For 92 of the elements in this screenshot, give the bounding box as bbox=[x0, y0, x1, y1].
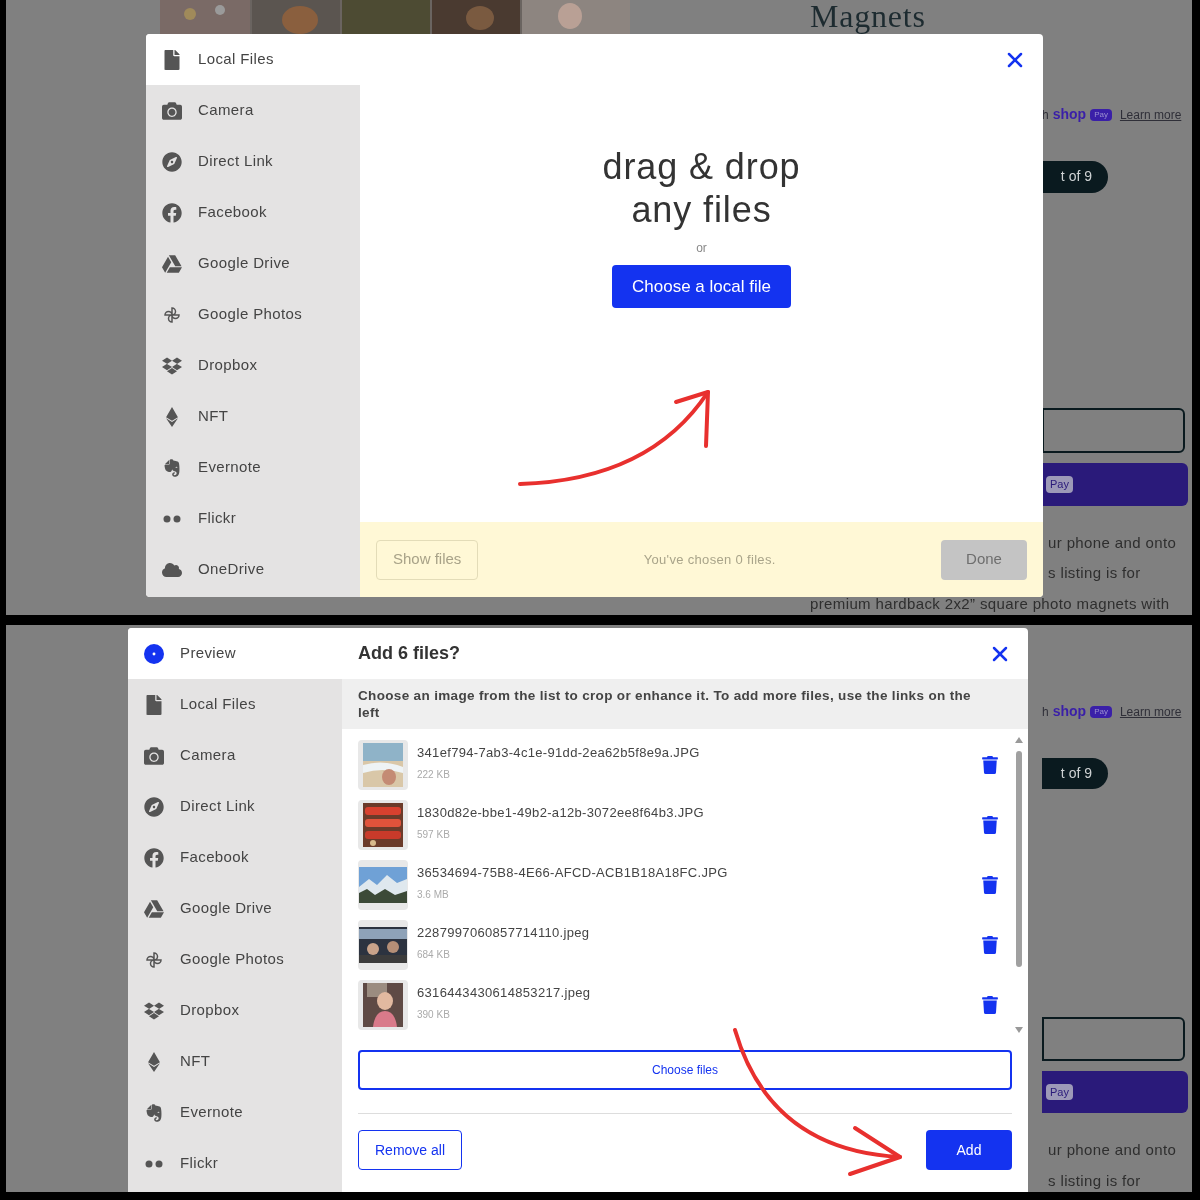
source-label: Dropbox bbox=[198, 355, 258, 376]
or-text: or bbox=[696, 240, 707, 257]
source-label: Camera bbox=[180, 745, 236, 766]
page-text: h bbox=[1042, 703, 1049, 721]
file-name: 2287997060857714110.jpeg bbox=[417, 924, 591, 942]
pay-button[interactable]: Pay bbox=[1042, 463, 1188, 506]
elephant-icon bbox=[162, 457, 182, 478]
instructions-text: Choose an image from the list to crop or enhance it. To add more files, use the links on the left bbox=[342, 679, 1028, 729]
source-label: Evernote bbox=[198, 457, 262, 478]
shop-logo: shop bbox=[1052, 702, 1087, 721]
dropbox-icon bbox=[144, 1000, 164, 1021]
pay-badge: Pay bbox=[1090, 705, 1112, 718]
source-label: Facebook bbox=[198, 202, 267, 223]
page-heading: Magnets bbox=[810, 0, 927, 32]
source-label: Evernote bbox=[180, 1102, 244, 1123]
description-text: s listing is for bbox=[1048, 563, 1142, 583]
file-icon bbox=[164, 49, 180, 70]
pinwheel-icon bbox=[162, 304, 182, 325]
camera-icon bbox=[144, 745, 164, 766]
trash-icon bbox=[982, 816, 998, 834]
file-name: 341ef794-7ab3-4c1e-91dd-2ea62b5f8e9a.JPG bbox=[417, 744, 701, 762]
facebook-icon bbox=[162, 202, 182, 223]
source-label: Facebook bbox=[180, 847, 249, 868]
delete-button[interactable] bbox=[982, 876, 998, 894]
source-label: Google Drive bbox=[180, 898, 273, 919]
drive-icon bbox=[162, 253, 182, 274]
delete-button[interactable] bbox=[982, 756, 998, 774]
source-label: NFT bbox=[198, 406, 229, 427]
source-label: Camera bbox=[198, 100, 254, 121]
compass-icon bbox=[162, 151, 182, 172]
file-size: 3.6 MB bbox=[417, 887, 450, 902]
slide-counter: t of 9 bbox=[1042, 758, 1108, 789]
source-item[interactable]: Local Files bbox=[146, 34, 360, 85]
two-dots-icon bbox=[145, 1159, 163, 1168]
remove-all-button[interactable]: Remove all bbox=[358, 1130, 463, 1170]
file-size: 597 KB bbox=[417, 827, 451, 842]
source-label: Preview bbox=[180, 643, 236, 664]
pay-badge: Pay bbox=[1046, 476, 1073, 493]
source-label: Local Files bbox=[198, 49, 274, 70]
source-label: Google Photos bbox=[180, 949, 285, 970]
file-size: 222 KB bbox=[417, 767, 451, 782]
source-label: Flickr bbox=[198, 508, 237, 529]
pay-button[interactable]: Pay bbox=[1042, 1071, 1188, 1113]
slide-counter: t of 9 bbox=[1042, 161, 1108, 193]
shop-logo: shop bbox=[1052, 105, 1087, 124]
dropbox-icon bbox=[162, 355, 182, 376]
source-label: NFT bbox=[180, 1051, 211, 1072]
choose-files-button[interactable]: Choose files bbox=[358, 1050, 1012, 1090]
source-label: Direct Link bbox=[198, 151, 273, 172]
page-text: h bbox=[1042, 106, 1049, 124]
compass-icon bbox=[144, 796, 164, 817]
file-size: 684 KB bbox=[417, 947, 451, 962]
dialog-title: Add 6 files? bbox=[358, 642, 460, 665]
file-size: 390 KB bbox=[417, 1007, 451, 1022]
delete-button[interactable] bbox=[982, 996, 998, 1014]
description-text: premium hardback 2x2” square photo magnets with bbox=[810, 593, 1171, 614]
trash-icon bbox=[982, 996, 998, 1014]
pay-badge: Pay bbox=[1046, 1084, 1073, 1101]
pay-badge: Pay bbox=[1090, 108, 1112, 121]
drive-icon bbox=[144, 898, 164, 919]
description-text: s listing is for bbox=[1048, 1170, 1142, 1191]
description-text: ur phone and onto bbox=[1048, 532, 1178, 553]
source-label: Google Photos bbox=[198, 304, 303, 325]
choose-file-button[interactable]: Choose a local file bbox=[612, 265, 791, 308]
file-icon bbox=[146, 694, 162, 715]
delete-button[interactable] bbox=[982, 816, 998, 834]
elephant-icon bbox=[144, 1102, 164, 1123]
source-label: Direct Link bbox=[180, 796, 255, 817]
trash-icon bbox=[982, 936, 998, 954]
facebook-icon bbox=[144, 847, 164, 868]
status-text: You've chosen 0 files. bbox=[643, 550, 776, 569]
source-item[interactable]: Preview bbox=[128, 628, 342, 679]
source-label: OneDrive bbox=[198, 559, 265, 580]
camera-icon bbox=[162, 100, 182, 121]
dropzone-title: drag & drop bbox=[602, 145, 801, 188]
trash-icon bbox=[982, 876, 998, 894]
dot-circle-icon bbox=[144, 642, 164, 665]
file-name: 1830d82e-bbe1-49b2-a12b-3072ee8f64b3.JPG bbox=[417, 804, 705, 822]
two-dots-icon bbox=[163, 514, 181, 523]
source-label: Local Files bbox=[180, 694, 256, 715]
file-name: 36534694-75B8-4E66-AFCD-ACB1B18A18FC.JPG bbox=[417, 864, 729, 882]
source-label: Dropbox bbox=[180, 1000, 240, 1021]
source-label: Flickr bbox=[180, 1153, 219, 1174]
file-name: 6316443430614853217.jpeg bbox=[417, 984, 592, 1002]
outlined-field[interactable] bbox=[1042, 1016, 1185, 1062]
trash-icon bbox=[982, 756, 998, 774]
delete-button[interactable] bbox=[982, 936, 998, 954]
dropzone-title: any files bbox=[631, 188, 772, 231]
description-text: ur phone and onto bbox=[1048, 1140, 1178, 1160]
source-label: Google Drive bbox=[198, 253, 291, 274]
add-button[interactable]: Add bbox=[926, 1130, 1012, 1170]
pinwheel-icon bbox=[144, 949, 164, 970]
